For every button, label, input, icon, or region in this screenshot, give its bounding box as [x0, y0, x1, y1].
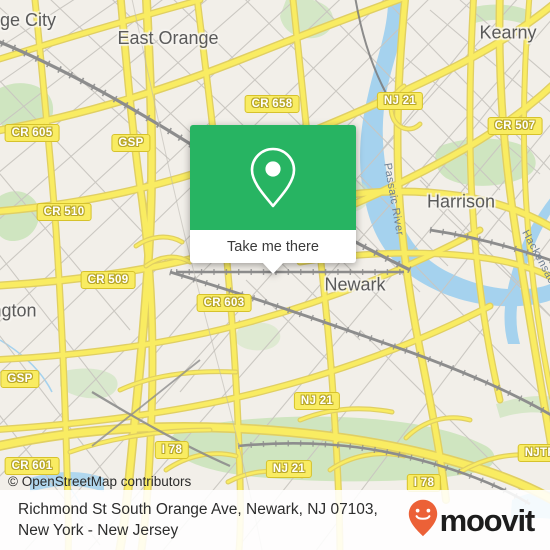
road-shield-nj-21-south[interactable]: NJ 21 [265, 460, 313, 478]
place-label-harrison: Harrison [426, 191, 496, 212]
place-label-kearny: Kearny [479, 22, 537, 43]
popup-tail [262, 262, 284, 274]
road-shield-cr-603[interactable]: CR 603 [196, 294, 252, 312]
moovit-logo[interactable]: moovit [408, 499, 536, 542]
moovit-smiley-pin-icon [408, 499, 438, 542]
road-shield-cr-507[interactable]: CR 507 [487, 117, 543, 135]
road-shield-njtp[interactable]: NJTP [517, 444, 550, 462]
place-label-newark: Newark [324, 274, 386, 295]
address-text: Richmond St South Orange Ave, Newark, NJ… [18, 501, 378, 539]
place-label-orange-city: Orange City [0, 10, 57, 30]
road-shield-i-78-west[interactable]: I 78 [154, 441, 190, 459]
map-pin-icon [246, 145, 300, 211]
osm-attribution[interactable]: © OpenStreetMap contributors [8, 474, 191, 489]
road-shield-cr-658[interactable]: CR 658 [244, 95, 300, 113]
place-label-east-orange: East Orange [117, 28, 219, 48]
take-me-there-button[interactable]: Take me there [190, 230, 356, 274]
road-shield-cr-605[interactable]: CR 605 [4, 124, 60, 142]
map-canvas[interactable]: Orange City East Orange Kearny Harrison … [0, 0, 550, 550]
take-me-there-label: Take me there [227, 238, 319, 255]
footer-bar: Richmond St South Orange Ave, Newark, NJ… [0, 490, 550, 550]
road-shield-cr-601[interactable]: CR 601 [4, 457, 60, 475]
road-shield-cr-509[interactable]: CR 509 [80, 271, 136, 289]
road-shield-nj-21-mid[interactable]: NJ 21 [293, 392, 341, 410]
popup-pin-area [190, 125, 356, 230]
place-label-irvington: Irvington [0, 300, 37, 321]
road-shield-gsp-south[interactable]: GSP [0, 370, 40, 388]
road-shield-nj-21-north[interactable]: NJ 21 [376, 92, 424, 110]
moovit-wordmark: moovit [439, 502, 536, 538]
location-popup[interactable]: Take me there [190, 125, 356, 274]
road-shield-cr-510[interactable]: CR 510 [36, 203, 92, 221]
road-shield-gsp-north[interactable]: GSP [111, 134, 151, 152]
map-screenshot: Orange City East Orange Kearny Harrison … [0, 0, 550, 550]
